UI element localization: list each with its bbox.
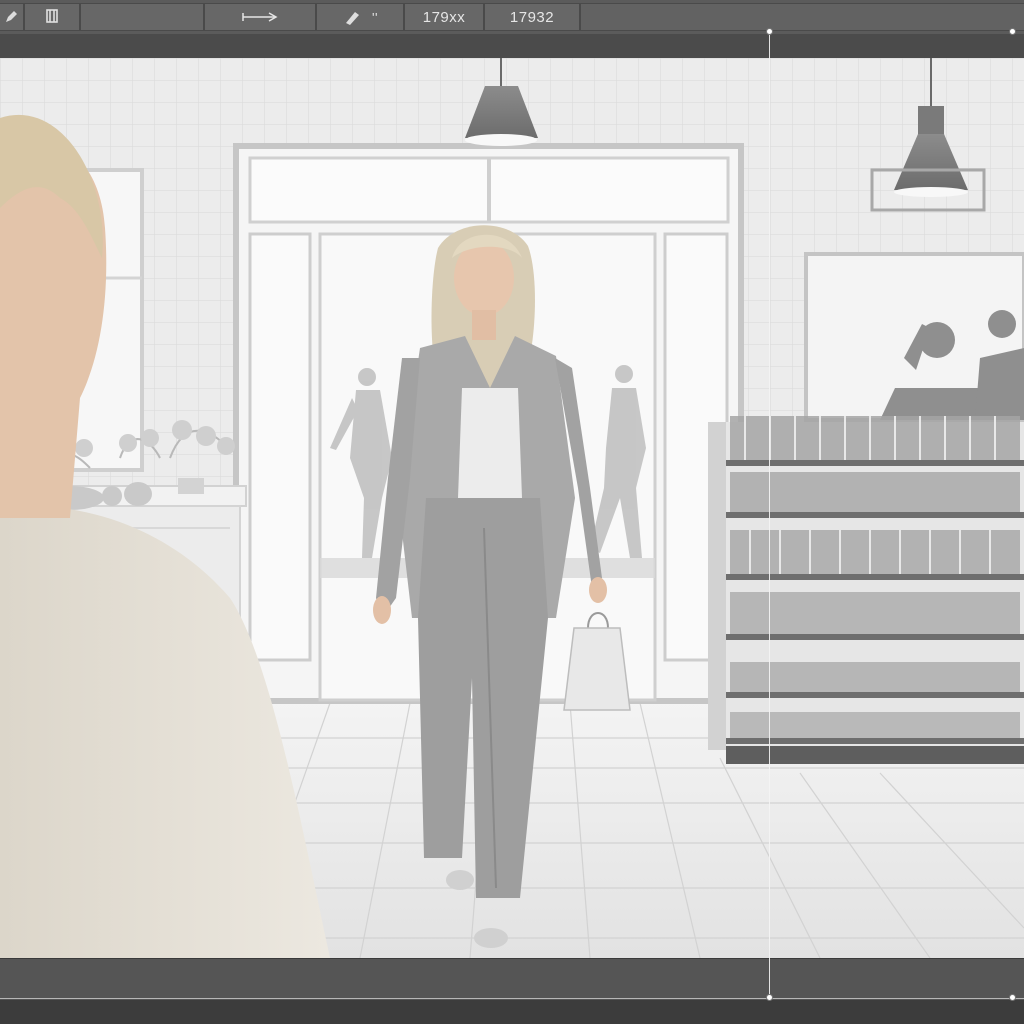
pen-icon	[6, 11, 17, 22]
height-value: 17932	[509, 8, 555, 26]
toolbar-blank-segment[interactable]	[80, 3, 204, 31]
ruler-strip	[0, 34, 1024, 59]
top-toolbar: '' 179xx 17932	[0, 0, 1024, 35]
width-field[interactable]: 179xx	[404, 3, 484, 31]
shopping-bag-icon	[563, 612, 631, 711]
arrow-right-icon	[242, 12, 278, 22]
brush-tool-button[interactable]: ''	[316, 3, 404, 31]
guide-handle-bottom-right[interactable]	[1009, 994, 1016, 1001]
bottom-panel	[0, 958, 1024, 1001]
brush-icon	[346, 12, 360, 25]
horizontal-guide-line[interactable]	[0, 998, 1024, 999]
shelf-icon	[708, 416, 1024, 764]
right-window	[804, 252, 1024, 422]
toolbar-empty-area	[580, 3, 1024, 31]
pen-tool-button[interactable]	[0, 3, 24, 31]
vertical-guide-line[interactable]	[769, 32, 770, 1000]
layers-icon	[46, 9, 58, 23]
arrow-tool-button[interactable]	[204, 3, 316, 31]
width-value: 179xx	[422, 8, 466, 26]
height-field[interactable]: 17932	[484, 3, 580, 31]
layers-tool-button[interactable]	[24, 3, 80, 31]
guide-handle-bottom-left[interactable]	[766, 994, 773, 1001]
guide-handle-top-left[interactable]	[766, 28, 773, 35]
image-canvas[interactable]	[0, 58, 1024, 958]
store-scene	[0, 58, 1024, 958]
guide-handle-top-right[interactable]	[1009, 28, 1016, 35]
brush-tool-label: ''	[372, 9, 378, 25]
status-strip	[0, 1000, 1024, 1024]
